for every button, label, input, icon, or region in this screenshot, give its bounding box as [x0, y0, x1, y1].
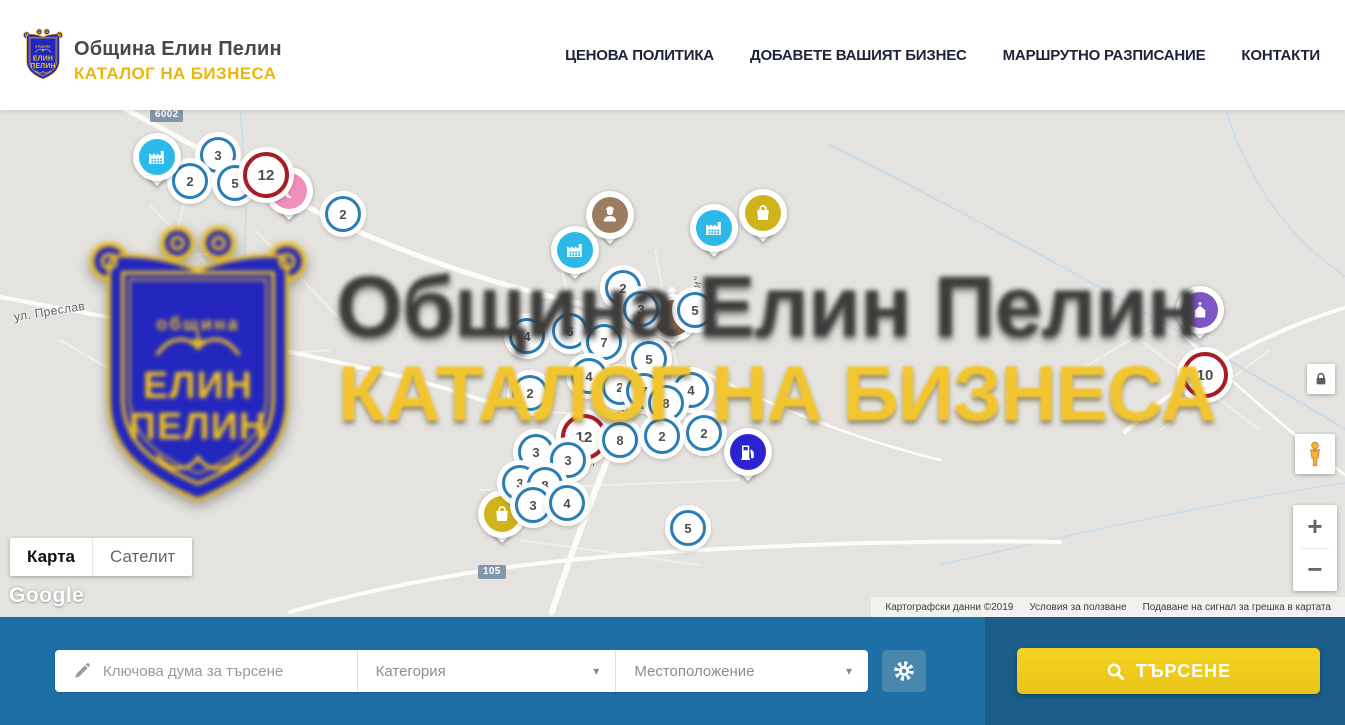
cluster-marker[interactable]: 3 [515, 487, 551, 523]
nav-contacts[interactable]: КОНТАКТИ [1241, 47, 1320, 64]
church-icon [1182, 292, 1218, 328]
fuel-icon [730, 434, 766, 470]
nav-add-business[interactable]: ДОБАВЕТЕ ВАШИЯТ БИЗНЕС [750, 47, 967, 64]
search-fields: Категория ▾ Местоположение ▾ [55, 650, 868, 692]
cluster-marker[interactable]: 4 [509, 318, 545, 354]
lock-icon [1313, 371, 1329, 387]
location-select[interactable]: Местоположение ▾ [616, 650, 868, 692]
cluster-marker[interactable]: 4 [549, 485, 585, 521]
attribution-data: Картографски данни ©2019 [877, 602, 1021, 613]
cluster-marker[interactable]: 5 [631, 341, 667, 377]
scroll-lock-button[interactable] [1307, 364, 1335, 394]
watermark-subtitle: КАТАЛОГ НА БИЗНЕСА [338, 348, 1216, 439]
pegman-icon [1304, 441, 1326, 467]
emblem-shield-icon: община ЕЛИН ПЕЛИН [22, 26, 64, 82]
search-button[interactable]: ТЪРСЕНЕ [1017, 648, 1320, 694]
bag-pin-marker[interactable] [739, 189, 787, 249]
chevron-down-icon: ▾ [593, 664, 599, 678]
cluster-marker[interactable]: 5 [677, 292, 713, 328]
search-button-label: ТЪРСЕНЕ [1136, 661, 1231, 682]
street-name-label: ул. Преслав [13, 299, 86, 324]
svg-text:ЕЛИН: ЕЛИН [33, 55, 53, 62]
keyword-field-wrap [55, 650, 357, 692]
cluster-marker[interactable]: 8 [648, 385, 684, 421]
advanced-options-button[interactable] [882, 650, 926, 692]
cluster-marker[interactable]: 2 [512, 375, 548, 411]
site-subtitle: КАТАЛОГ НА БИЗНЕСА [74, 64, 282, 84]
brand-block[interactable]: Община Елин Пелин КАТАЛОГ НА БИЗНЕСА [74, 38, 282, 84]
cluster-marker[interactable]: 2 [325, 196, 361, 232]
municipality-logo[interactable]: община ЕЛИН ПЕЛИН [22, 26, 64, 82]
factory-pin-marker[interactable] [133, 133, 181, 193]
chevron-down-icon: ▾ [846, 664, 852, 678]
map-type-satellite-button[interactable]: Сателит [93, 538, 192, 576]
worker-icon [592, 197, 628, 233]
cluster-marker[interactable]: 10 [1182, 352, 1228, 398]
cluster-marker[interactable]: 5 [670, 510, 706, 546]
keyword-search-input[interactable] [103, 663, 343, 680]
attribution-terms-link[interactable]: Условия за ползване [1021, 602, 1134, 613]
fuel-pin-marker[interactable] [724, 428, 772, 488]
factory-pin-marker[interactable] [690, 204, 738, 264]
cluster-marker[interactable]: 7 [586, 324, 622, 360]
header: община ЕЛИН ПЕЛИН Община Елин Пелин КАТА… [0, 0, 1345, 110]
worker-pin-marker[interactable] [586, 191, 634, 251]
cluster-marker[interactable]: 2 [686, 415, 722, 451]
cluster-marker[interactable]: 12 [243, 152, 289, 198]
category-select[interactable]: Категория ▾ [358, 650, 616, 692]
factory-icon [696, 210, 732, 246]
svg-text:община: община [35, 45, 50, 49]
svg-text:ПЕЛИН: ПЕЛИН [30, 63, 55, 70]
bag-icon [745, 195, 781, 231]
google-map[interactable]: 6002105ул. Преславбул. „Новоселци" 32512… [0, 110, 1345, 617]
zoom-control: + − [1293, 505, 1337, 591]
location-select-value: Местоположение [616, 663, 754, 680]
svg-text:община: община [156, 313, 240, 334]
watermark-title: Община Елин Пелин [336, 258, 1198, 357]
site-title: Община Елин Пелин [74, 38, 282, 61]
map-type-control: Карта Сателит [10, 538, 192, 576]
cluster-marker[interactable]: 6 [552, 313, 588, 349]
search-panel: Категория ▾ Местоположение ▾ ТЪРСЕНЕ [0, 617, 1345, 725]
nav-route-schedule[interactable]: МАРШРУТНО РАЗПИСАНИЕ [1003, 47, 1206, 64]
cluster-marker[interactable]: 3 [623, 291, 659, 327]
nav-pricing[interactable]: ЦЕНОВА ПОЛИТИКА [565, 47, 714, 64]
church-pin-marker[interactable] [1176, 286, 1224, 346]
map-attribution: Картографски данни ©2019 Условия за полз… [871, 597, 1345, 617]
map-type-map-button[interactable]: Карта [10, 538, 93, 576]
road-number-label: 105 [478, 565, 506, 579]
gear-icon [892, 659, 916, 683]
cluster-marker[interactable]: 2 [644, 418, 680, 454]
google-logo[interactable]: Google [9, 584, 84, 608]
pencil-icon [73, 662, 91, 680]
zoom-in-button[interactable]: + [1293, 505, 1337, 548]
search-icon [1106, 662, 1125, 681]
category-select-value: Категория [358, 663, 446, 680]
road-number-label: 6002 [150, 110, 183, 122]
street-view-pegman-button[interactable] [1295, 434, 1335, 474]
svg-text:ЕЛИН: ЕЛИН [143, 364, 253, 406]
svg-text:ПЕЛИН: ПЕЛИН [129, 405, 267, 447]
zoom-out-button[interactable]: − [1293, 549, 1337, 592]
attribution-report-link[interactable]: Подаване на сигнал за грешка в картата [1135, 602, 1339, 613]
main-nav: ЦЕНОВА ПОЛИТИКА ДОБАВЕТЕ ВАШИЯТ БИЗНЕС М… [565, 0, 1320, 110]
cluster-marker[interactable]: 8 [602, 422, 638, 458]
factory-icon [139, 139, 175, 175]
watermark-emblem-icon: община ЕЛИН ПЕЛИН [84, 220, 312, 508]
